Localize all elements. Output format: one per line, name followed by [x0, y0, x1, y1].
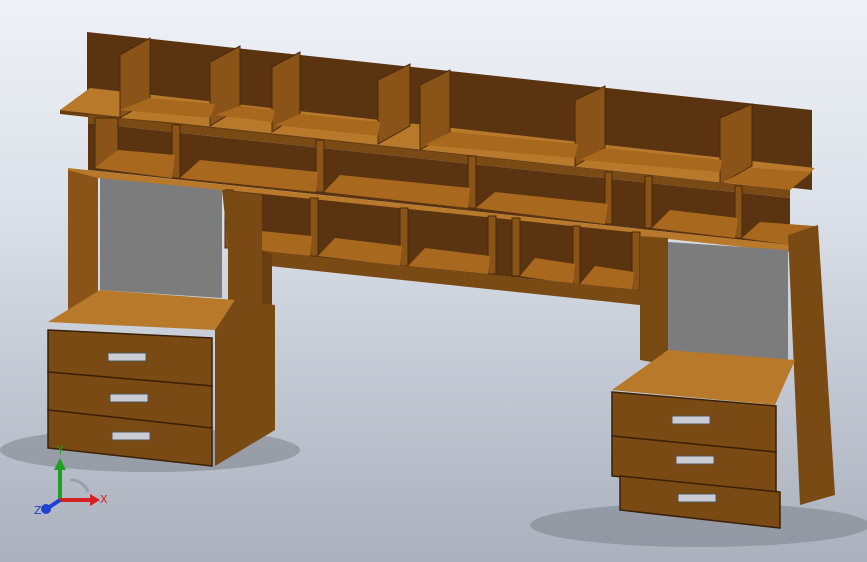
- right-grey-panel: [668, 242, 788, 365]
- triad-rotation-arc: [69, 478, 90, 493]
- z-axis-label: Z: [34, 504, 42, 517]
- x-axis-label: X: [100, 493, 108, 506]
- left-tower-side: [68, 170, 98, 310]
- right-tower-side: [788, 225, 835, 505]
- y-axis-label: Y: [56, 444, 64, 457]
- right-mid-panel: [640, 236, 668, 365]
- y-axis-head: [54, 458, 66, 470]
- left-grey-panel: [100, 178, 222, 298]
- z-axis-head: [41, 504, 51, 514]
- cad-viewport[interactable]: Y X Z: [0, 0, 867, 562]
- coordinate-triad: Y X Z: [34, 444, 108, 517]
- x-axis-head: [90, 494, 100, 506]
- desk-hutch-model[interactable]: [0, 0, 867, 562]
